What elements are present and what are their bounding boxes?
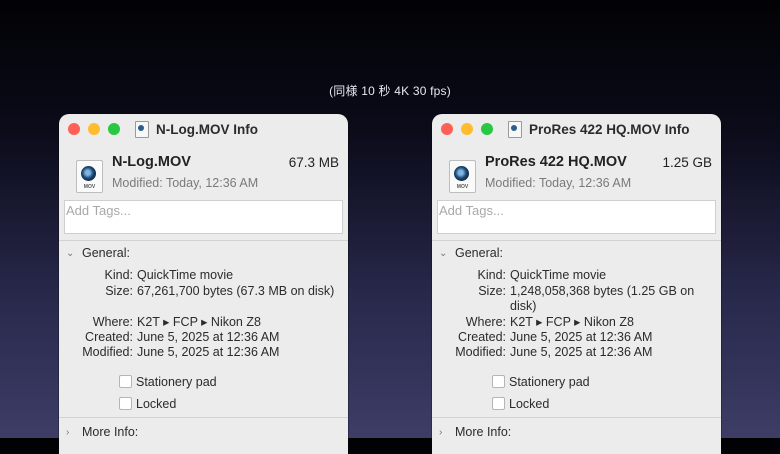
- zoom-button[interactable]: [108, 123, 120, 135]
- where-value: K2T ▸ FCP ▸ Nikon Z8: [510, 315, 634, 329]
- created-key: Created:: [458, 330, 506, 344]
- modified-summary: Modified: Today, 12:36 AM: [485, 176, 632, 190]
- more-info-label: More Info:: [82, 425, 139, 439]
- kind-key: Kind:: [477, 268, 507, 282]
- created-value: June 5, 2025 at 12:36 AM: [137, 330, 280, 344]
- window-title-text: ProRes 422 HQ.MOV Info: [529, 121, 690, 137]
- window-title-text: N-Log.MOV Info: [156, 121, 258, 137]
- stationery-pad-checkbox[interactable]: [119, 375, 132, 388]
- window-title: N-Log.MOV Info: [135, 120, 258, 138]
- modified-value: June 5, 2025 at 12:36 AM: [137, 345, 280, 359]
- divider: [59, 240, 348, 241]
- created-value: June 5, 2025 at 12:36 AM: [510, 330, 653, 344]
- modified-key: Modified:: [82, 345, 133, 359]
- where-value: K2T ▸ FCP ▸ Nikon Z8: [137, 315, 261, 329]
- chevron-down-icon: ⌄: [66, 247, 75, 259]
- created-key: Created:: [85, 330, 133, 344]
- file-size-summary: 67.3 MB: [288, 155, 339, 170]
- locked-checkbox[interactable]: [119, 397, 132, 410]
- info-window-prores: ProRes 422 HQ.MOV Info MOV ProRes 422 HQ…: [432, 114, 721, 454]
- size-value: 1,248,058,368 bytes (1.25 GB on disk): [510, 284, 695, 313]
- title-bar[interactable]: ProRes 422 HQ.MOV Info: [432, 114, 721, 144]
- info-window-nlog: N-Log.MOV Info MOV N-Log.MOV 67.3 MB Mod…: [59, 114, 348, 454]
- general-section-toggle[interactable]: ⌄ General:: [66, 246, 130, 260]
- divider: [432, 240, 721, 241]
- minimize-button[interactable]: [88, 123, 100, 135]
- tags-field[interactable]: Add Tags...: [437, 200, 716, 234]
- more-info-section-toggle[interactable]: › More Info:: [439, 425, 511, 439]
- chevron-down-icon: ⌄: [439, 247, 448, 259]
- divider: [59, 417, 348, 418]
- movie-file-icon: [508, 120, 522, 138]
- movie-file-icon: [135, 120, 149, 138]
- where-key: Where:: [92, 315, 133, 329]
- general-section-label: General:: [82, 246, 130, 260]
- chevron-right-icon: ›: [439, 426, 443, 438]
- tags-field[interactable]: Add Tags...: [64, 200, 343, 234]
- kind-key: Kind:: [104, 268, 134, 282]
- size-value: 67,261,700 bytes (67.3 MB on disk): [137, 284, 335, 298]
- locked-label: Locked: [509, 397, 550, 411]
- modified-value: June 5, 2025 at 12:36 AM: [510, 345, 653, 359]
- close-button[interactable]: [441, 123, 453, 135]
- where-key: Where:: [465, 315, 506, 329]
- file-name: ProRes 422 HQ.MOV: [485, 154, 627, 170]
- general-section-label: General:: [455, 246, 503, 260]
- divider: [432, 417, 721, 418]
- movie-file-large-icon: MOV: [449, 160, 476, 193]
- movie-file-large-icon: MOV: [76, 160, 103, 193]
- chevron-right-icon: ›: [66, 426, 70, 438]
- more-info-section-toggle[interactable]: › More Info:: [66, 425, 138, 439]
- locked-label: Locked: [136, 397, 177, 411]
- kind-value: QuickTime movie: [137, 268, 234, 282]
- caption-text: (同様 10 秒 4K 30 fps): [329, 84, 451, 98]
- file-name: N-Log.MOV: [112, 154, 191, 170]
- file-ext-label: MOV: [83, 184, 96, 190]
- size-key: Size:: [478, 284, 506, 298]
- close-button[interactable]: [68, 123, 80, 135]
- modified-summary: Modified: Today, 12:36 AM: [112, 176, 259, 190]
- size-key: Size:: [105, 284, 133, 298]
- stationery-pad-checkbox[interactable]: [492, 375, 505, 388]
- title-bar[interactable]: N-Log.MOV Info: [59, 114, 348, 144]
- general-section-toggle[interactable]: ⌄ General:: [439, 246, 503, 260]
- locked-checkbox[interactable]: [492, 397, 505, 410]
- modified-key: Modified:: [455, 345, 506, 359]
- kind-value: QuickTime movie: [510, 268, 607, 282]
- zoom-button[interactable]: [481, 123, 493, 135]
- file-ext-label: MOV: [456, 184, 469, 190]
- file-size-summary: 1.25 GB: [662, 155, 712, 170]
- minimize-button[interactable]: [461, 123, 473, 135]
- stationery-pad-label: Stationery pad: [509, 375, 590, 389]
- stationery-pad-label: Stationery pad: [136, 375, 217, 389]
- more-info-label: More Info:: [455, 425, 512, 439]
- window-title: ProRes 422 HQ.MOV Info: [508, 120, 690, 138]
